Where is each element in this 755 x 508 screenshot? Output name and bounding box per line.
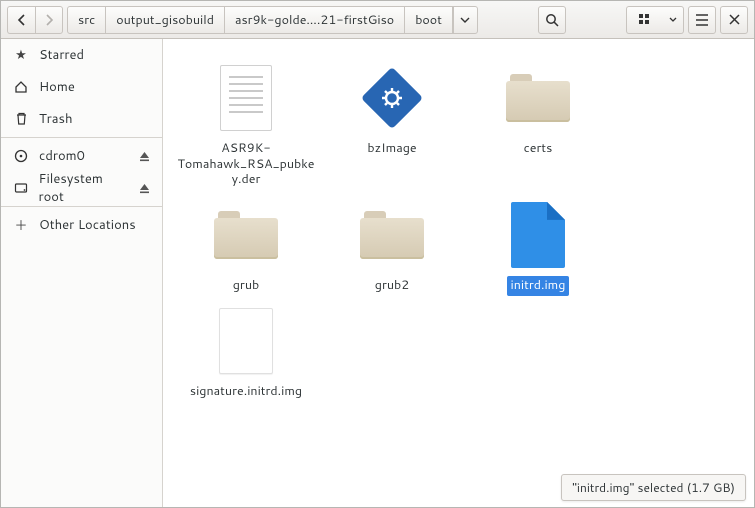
file-label: certs bbox=[520, 139, 557, 159]
icon-view-button[interactable] bbox=[626, 6, 662, 34]
star-icon: ★ bbox=[13, 46, 29, 64]
file-item[interactable]: ASR9K-Tomahawk_RSA_pubkey.der bbox=[173, 63, 319, 190]
folder-icon bbox=[503, 63, 573, 133]
home-icon bbox=[13, 80, 29, 94]
disc-icon bbox=[13, 149, 29, 163]
sidebar-separator bbox=[1, 137, 162, 138]
trash-icon bbox=[13, 112, 29, 126]
headerbar: src output_gisobuild asr9k-golde….21-fir… bbox=[1, 1, 754, 39]
main: ★ Starred Home Trash cdrom0 bbox=[1, 39, 754, 507]
file-item[interactable]: bzImage bbox=[319, 63, 465, 190]
file-item[interactable]: grub bbox=[173, 200, 319, 296]
search-button[interactable] bbox=[538, 6, 566, 34]
sidebar-item-trash[interactable]: Trash bbox=[1, 103, 162, 135]
folder-icon bbox=[357, 200, 427, 270]
sidebar-item-starred[interactable]: ★ Starred bbox=[1, 39, 162, 71]
binary-file-icon bbox=[357, 63, 427, 133]
plus-icon: ＋ bbox=[13, 215, 29, 235]
sidebar-label: Trash bbox=[39, 110, 73, 128]
file-label: grub2 bbox=[371, 276, 413, 296]
crumb-0[interactable]: src bbox=[68, 7, 106, 33]
back-button[interactable] bbox=[7, 6, 35, 34]
file-label: bzImage bbox=[363, 139, 420, 159]
file-item[interactable]: initrd.img bbox=[465, 200, 611, 296]
sidebar-item-cdrom[interactable]: cdrom0 bbox=[1, 140, 162, 172]
crumb-3[interactable]: boot bbox=[405, 7, 453, 33]
status-text: "initrd.img" selected (1.7 GB) bbox=[572, 479, 735, 496]
breadcrumb: src output_gisobuild asr9k-golde….21-fir… bbox=[67, 6, 478, 34]
sidebar-label: Home bbox=[39, 78, 75, 96]
file-icon bbox=[211, 306, 281, 376]
view-dropdown[interactable] bbox=[662, 6, 684, 34]
crumb-1[interactable]: output_gisobuild bbox=[106, 7, 225, 33]
sidebar-item-other[interactable]: ＋ Other Locations bbox=[1, 209, 162, 241]
close-button[interactable] bbox=[720, 6, 748, 34]
view-controls bbox=[626, 6, 684, 34]
sidebar-item-fsroot[interactable]: Filesystem root bbox=[1, 172, 162, 204]
file-label: signature.initrd.img bbox=[186, 382, 306, 402]
eject-icon[interactable] bbox=[139, 151, 150, 162]
file-item[interactable]: signature.initrd.img bbox=[173, 306, 319, 402]
file-grid[interactable]: ASR9K-Tomahawk_RSA_pubkey.der bzImage ce… bbox=[163, 39, 754, 507]
file-label: initrd.img bbox=[507, 276, 570, 296]
file-label: grub bbox=[229, 276, 263, 296]
eject-icon[interactable] bbox=[139, 183, 150, 194]
sidebar-item-home[interactable]: Home bbox=[1, 71, 162, 103]
status-bar: "initrd.img" selected (1.7 GB) bbox=[561, 474, 746, 501]
breadcrumb-dropdown[interactable] bbox=[453, 7, 477, 33]
hamburger-menu[interactable] bbox=[688, 6, 716, 34]
crumb-2[interactable]: asr9k-golde….21-firstGiso bbox=[225, 7, 405, 33]
sidebar-label: Filesystem root bbox=[39, 170, 129, 206]
sidebar-label: Starred bbox=[39, 46, 84, 64]
file-icon bbox=[503, 200, 573, 270]
text-file-icon bbox=[211, 63, 281, 133]
file-label: ASR9K-Tomahawk_RSA_pubkey.der bbox=[173, 139, 319, 190]
sidebar-label: Other Locations bbox=[39, 216, 136, 234]
nav-buttons bbox=[7, 6, 63, 34]
sidebar-label: cdrom0 bbox=[39, 147, 85, 165]
folder-icon bbox=[211, 200, 281, 270]
file-item[interactable]: grub2 bbox=[319, 200, 465, 296]
sidebar: ★ Starred Home Trash cdrom0 bbox=[1, 39, 163, 507]
file-item[interactable]: certs bbox=[465, 63, 611, 190]
forward-button[interactable] bbox=[35, 6, 63, 34]
drive-icon bbox=[13, 181, 29, 195]
sidebar-separator bbox=[1, 206, 162, 207]
